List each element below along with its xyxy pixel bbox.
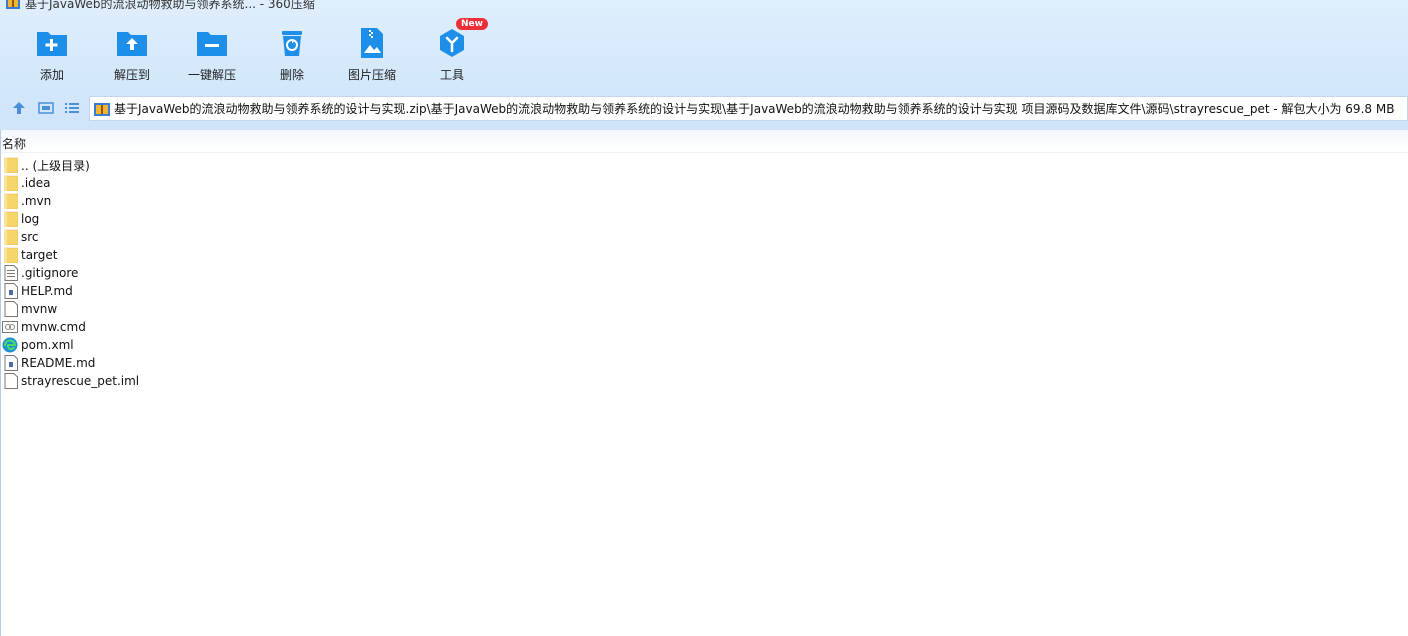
address-bar[interactable]: 基于JavaWeb的流浪动物救助与领养系统的设计与实现.zip\基于JavaWe…	[89, 96, 1408, 121]
extract-to-label: 解压到	[113, 68, 150, 82]
window-chrome: 基于JavaWeb的流浪动物救助与领养系统... - 360压缩 添加 解压到 …	[0, 0, 1408, 130]
file-name: strayrescue_pet.iml	[21, 374, 140, 388]
folder-icon	[3, 247, 19, 264]
image-compress-label: 图片压缩	[347, 68, 396, 82]
file-row[interactable]: strayrescue_pet.iml	[0, 372, 400, 390]
address-path: 基于JavaWeb的流浪动物救助与领养系统的设计与实现.zip\基于JavaWe…	[114, 102, 1395, 116]
cmd-file-icon	[2, 319, 18, 335]
file-name: README.md	[21, 356, 96, 370]
markdown-file-icon	[4, 283, 18, 299]
extract-to-icon	[117, 32, 147, 56]
toolbar: 添加 解压到 一键解压 删除 图片压缩 New 工具	[12, 18, 492, 84]
extract-to-button[interactable]: 解压到	[92, 22, 172, 84]
markdown-file-icon	[4, 355, 18, 371]
folder-icon	[3, 175, 19, 192]
add-label: 添加	[39, 68, 64, 82]
image-compress-button[interactable]: 图片压缩	[332, 22, 412, 84]
folder-icon	[3, 229, 19, 246]
file-row[interactable]: mvnw.cmd	[0, 318, 400, 336]
folder-row[interactable]: .idea	[0, 174, 400, 192]
window-title: 基于JavaWeb的流浪动物救助与领养系统... - 360压缩	[25, 0, 315, 11]
delete-label: 删除	[279, 68, 304, 82]
file-row[interactable]: HELP.md	[0, 282, 400, 300]
delete-icon	[282, 31, 302, 56]
file-name: pom.xml	[21, 338, 74, 352]
folder-row[interactable]: target	[0, 246, 400, 264]
list-view-icon[interactable]	[64, 100, 80, 116]
file-name: .idea	[21, 176, 51, 190]
navigation-row: 基于JavaWeb的流浪动物救助与领养系统的设计与实现.zip\基于JavaWe…	[0, 94, 1408, 122]
text-file-icon	[4, 265, 18, 281]
folder-row[interactable]: log	[0, 210, 400, 228]
file-row[interactable]: .gitignore	[0, 264, 400, 282]
file-name: mvnw.cmd	[21, 320, 86, 334]
thumbnail-view-icon[interactable]	[38, 100, 54, 116]
file-name: HELP.md	[21, 284, 73, 298]
one-click-extract-label: 一键解压	[187, 68, 236, 82]
folder-row[interactable]: src	[0, 228, 400, 246]
folder-row[interactable]: .mvn	[0, 192, 400, 210]
file-name: .mvn	[21, 194, 52, 208]
column-header-name[interactable]: 名称	[2, 135, 26, 152]
image-compress-icon	[361, 28, 383, 58]
file-name: log	[21, 212, 40, 226]
file-row[interactable]: mvnw	[0, 300, 400, 318]
up-arrow-icon[interactable]	[11, 100, 27, 116]
file-icon	[4, 373, 18, 389]
new-badge: New	[456, 18, 488, 30]
folder-icon	[3, 193, 19, 210]
delete-button[interactable]: 删除	[252, 22, 332, 84]
archive-app-icon	[6, 0, 20, 9]
file-icon	[4, 301, 18, 317]
file-name: target	[21, 248, 58, 262]
one-click-extract-icon	[197, 32, 227, 56]
file-list: .. (上级目录) .idea .mvn log src target .gitignore…	[0, 156, 400, 390]
file-name: src	[21, 230, 39, 244]
file-row[interactable]: pom.xml	[0, 336, 400, 354]
title-bar: 基于JavaWeb的流浪动物救助与领养系统... - 360压缩	[0, 0, 600, 12]
file-row[interactable]: README.md	[0, 354, 400, 372]
column-header-row: 名称	[0, 130, 1408, 153]
folder-icon	[3, 211, 19, 228]
folder-icon	[3, 157, 19, 174]
file-name: .. (上级目录)	[21, 158, 90, 173]
tools-button[interactable]: New 工具	[412, 18, 492, 84]
folder-row[interactable]: .. (上级目录)	[0, 156, 400, 174]
tools-icon	[440, 29, 464, 57]
one-click-extract-button[interactable]: 一键解压	[172, 22, 252, 84]
add-icon	[37, 32, 67, 56]
file-name: mvnw	[21, 302, 58, 316]
add-button[interactable]: 添加	[12, 22, 92, 84]
tools-label: 工具	[439, 68, 464, 82]
file-name: .gitignore	[21, 266, 79, 280]
zip-archive-icon	[94, 102, 110, 116]
edge-browser-icon	[2, 337, 18, 353]
